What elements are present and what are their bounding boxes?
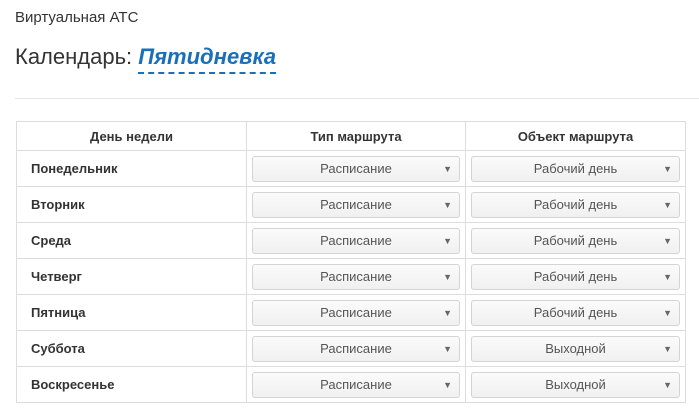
route-object-value: Рабочий день xyxy=(533,304,618,320)
route-type-value: Расписание xyxy=(320,232,392,248)
route-type-select[interactable]: Расписание ▼ xyxy=(252,155,460,182)
table-row: Пятница Расписание ▼ Рабочий день ▼ xyxy=(16,294,686,331)
table-row: Суббота Расписание ▼ Выходной ▼ xyxy=(16,330,686,367)
route-object-value: Рабочий день xyxy=(533,232,618,248)
page-title: Календарь: Пятидневка xyxy=(15,44,277,74)
route-object-value: Выходной xyxy=(545,376,606,392)
caret-down-icon: ▼ xyxy=(663,379,672,390)
column-header-route-object: Объект маршрута xyxy=(465,121,686,151)
day-name: Среда xyxy=(16,222,247,259)
caret-down-icon: ▼ xyxy=(663,163,672,174)
route-object-select[interactable]: Рабочий день ▼ xyxy=(471,299,680,326)
weekday-routing-table: День недели Тип маршрута Объект маршрута… xyxy=(16,121,686,403)
day-name: Вторник xyxy=(16,186,247,223)
page-title-prefix: Календарь: xyxy=(15,44,133,69)
day-name: Суббота xyxy=(16,330,247,367)
route-type-select[interactable]: Расписание ▼ xyxy=(252,263,460,290)
column-header-route-type: Тип маршрута xyxy=(246,121,466,151)
route-type-value: Расписание xyxy=(320,376,392,392)
day-name: Пятница xyxy=(16,294,247,331)
table-row: Понедельник Расписание ▼ Рабочий день ▼ xyxy=(16,150,686,187)
table-row: Четверг Расписание ▼ Рабочий день ▼ xyxy=(16,258,686,295)
route-object-select[interactable]: Выходной ▼ xyxy=(471,335,680,362)
caret-down-icon: ▼ xyxy=(443,199,452,210)
route-object-select[interactable]: Рабочий день ▼ xyxy=(471,155,680,182)
route-type-select[interactable]: Расписание ▼ xyxy=(252,335,460,362)
day-name: Четверг xyxy=(16,258,247,295)
route-object-value: Рабочий день xyxy=(533,268,618,284)
route-type-value: Расписание xyxy=(320,196,392,212)
caret-down-icon: ▼ xyxy=(663,235,672,246)
day-name: Понедельник xyxy=(16,150,247,187)
route-object-value: Рабочий день xyxy=(533,160,618,176)
route-type-value: Расписание xyxy=(320,340,392,356)
caret-down-icon: ▼ xyxy=(663,271,672,282)
caret-down-icon: ▼ xyxy=(663,307,672,318)
route-object-select[interactable]: Рабочий день ▼ xyxy=(471,191,680,218)
column-header-day: День недели xyxy=(16,121,247,151)
caret-down-icon: ▼ xyxy=(443,163,452,174)
caret-down-icon: ▼ xyxy=(443,271,452,282)
route-type-select[interactable]: Расписание ▼ xyxy=(252,191,460,218)
route-object-value: Рабочий день xyxy=(533,196,618,212)
route-object-value: Выходной xyxy=(545,340,606,356)
route-object-select[interactable]: Выходной ▼ xyxy=(471,371,680,398)
route-type-value: Расписание xyxy=(320,160,392,176)
route-object-select[interactable]: Рабочий день ▼ xyxy=(471,227,680,254)
table-row: Вторник Расписание ▼ Рабочий день ▼ xyxy=(16,186,686,223)
caret-down-icon: ▼ xyxy=(663,199,672,210)
caret-down-icon: ▼ xyxy=(443,307,452,318)
route-type-value: Расписание xyxy=(320,268,392,284)
day-name: Воскресенье xyxy=(16,366,247,403)
calendar-name-link[interactable]: Пятидневка xyxy=(138,45,277,74)
app-title: Виртуальная АТС xyxy=(15,9,139,26)
table-row: Воскресенье Расписание ▼ Выходной ▼ xyxy=(16,366,686,403)
caret-down-icon: ▼ xyxy=(663,343,672,354)
table-row: Среда Расписание ▼ Рабочий день ▼ xyxy=(16,222,686,259)
route-type-select[interactable]: Расписание ▼ xyxy=(252,299,460,326)
route-object-select[interactable]: Рабочий день ▼ xyxy=(471,263,680,290)
caret-down-icon: ▼ xyxy=(443,235,452,246)
header-divider xyxy=(15,98,699,99)
route-type-select[interactable]: Расписание ▼ xyxy=(252,227,460,254)
table-header-row: День недели Тип маршрута Объект маршрута xyxy=(16,121,686,151)
caret-down-icon: ▼ xyxy=(443,379,452,390)
route-type-select[interactable]: Расписание ▼ xyxy=(252,371,460,398)
caret-down-icon: ▼ xyxy=(443,343,452,354)
route-type-value: Расписание xyxy=(320,304,392,320)
